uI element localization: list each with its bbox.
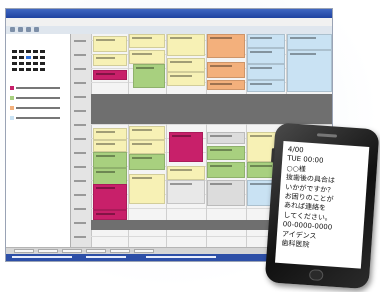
- time-column: [71, 34, 92, 247]
- appointment-block[interactable]: [207, 132, 245, 144]
- appointment-block[interactable]: [167, 72, 205, 86]
- appointment-block[interactable]: [93, 54, 127, 66]
- appointment-block[interactable]: [129, 126, 165, 140]
- legend-item: [10, 86, 62, 90]
- phone-body: 4/00 TUE 00:00 ○○様 抜歯後の具合は いかがですか？ お困りのこ…: [264, 122, 380, 290]
- appointment-block[interactable]: [129, 140, 165, 154]
- home-button[interactable]: [308, 269, 324, 282]
- toolbar-icon[interactable]: [10, 27, 15, 32]
- appointment-block[interactable]: [167, 180, 205, 204]
- appointment-block[interactable]: [167, 166, 205, 180]
- appointment-block[interactable]: [93, 210, 127, 220]
- appointment-block[interactable]: [167, 58, 205, 72]
- appointment-block[interactable]: [93, 70, 127, 80]
- time-label: [74, 124, 86, 126]
- appointment-block[interactable]: [247, 34, 285, 48]
- tab[interactable]: [86, 249, 106, 253]
- appointment-block[interactable]: [93, 152, 127, 168]
- time-label: [74, 208, 86, 210]
- appointment-block[interactable]: [167, 34, 205, 56]
- appointment-block[interactable]: [93, 128, 127, 140]
- time-label: [74, 40, 86, 42]
- appointment-block[interactable]: [207, 80, 245, 90]
- appointment-block[interactable]: [207, 180, 245, 206]
- menu-bar: [6, 18, 332, 26]
- time-label: [74, 54, 86, 56]
- speaker: [316, 133, 338, 138]
- time-label: [74, 82, 86, 84]
- appointment-block[interactable]: [247, 80, 285, 92]
- time-label: [74, 138, 86, 140]
- appointment-block[interactable]: [93, 140, 127, 152]
- tab[interactable]: [62, 249, 82, 253]
- legend-item: [10, 96, 62, 100]
- legend-item: [10, 116, 62, 120]
- tab[interactable]: [110, 249, 130, 253]
- toolbar-icon[interactable]: [34, 27, 39, 32]
- closed-time-band: [91, 104, 332, 124]
- time-label: [74, 236, 86, 238]
- closed-time-band: [91, 94, 332, 104]
- legend-item: [10, 106, 62, 110]
- appointment-block[interactable]: [93, 184, 127, 210]
- phone-screen: 4/00 TUE 00:00 ○○様 抜歯後の具合は いかがですか？ お困りのこ…: [274, 140, 370, 269]
- time-label: [74, 194, 86, 196]
- left-pane: [6, 34, 71, 247]
- mini-calendar[interactable]: [12, 50, 48, 80]
- appointment-block[interactable]: [207, 62, 245, 78]
- appointment-block[interactable]: [247, 48, 285, 64]
- appointment-block[interactable]: [133, 64, 165, 88]
- appointment-block[interactable]: [207, 34, 245, 58]
- time-label: [74, 180, 86, 182]
- appointment-block[interactable]: [93, 36, 127, 52]
- tab[interactable]: [38, 249, 58, 253]
- appointment-block[interactable]: [129, 50, 165, 64]
- time-label: [74, 96, 86, 98]
- toolbar-icon[interactable]: [26, 27, 31, 32]
- appointment-block[interactable]: [129, 34, 165, 48]
- time-label: [74, 110, 86, 112]
- appointment-block[interactable]: [169, 132, 203, 162]
- appointment-block[interactable]: [287, 50, 332, 92]
- time-label: [74, 68, 86, 70]
- appointment-block[interactable]: [207, 146, 245, 160]
- title-bar: [6, 9, 332, 18]
- time-label: [74, 166, 86, 168]
- appointment-block[interactable]: [247, 64, 285, 80]
- time-label: [74, 152, 86, 154]
- tab[interactable]: [134, 249, 154, 253]
- appointment-block[interactable]: [129, 154, 165, 170]
- appointment-block[interactable]: [287, 34, 332, 50]
- toolbar-icon[interactable]: [18, 27, 23, 32]
- appointment-block[interactable]: [207, 162, 245, 178]
- tab[interactable]: [14, 249, 34, 253]
- appointment-block[interactable]: [129, 174, 165, 204]
- smartphone: 4/00 TUE 00:00 ○○様 抜歯後の具合は いかがですか？ お困りのこ…: [264, 122, 380, 291]
- time-label: [74, 222, 86, 224]
